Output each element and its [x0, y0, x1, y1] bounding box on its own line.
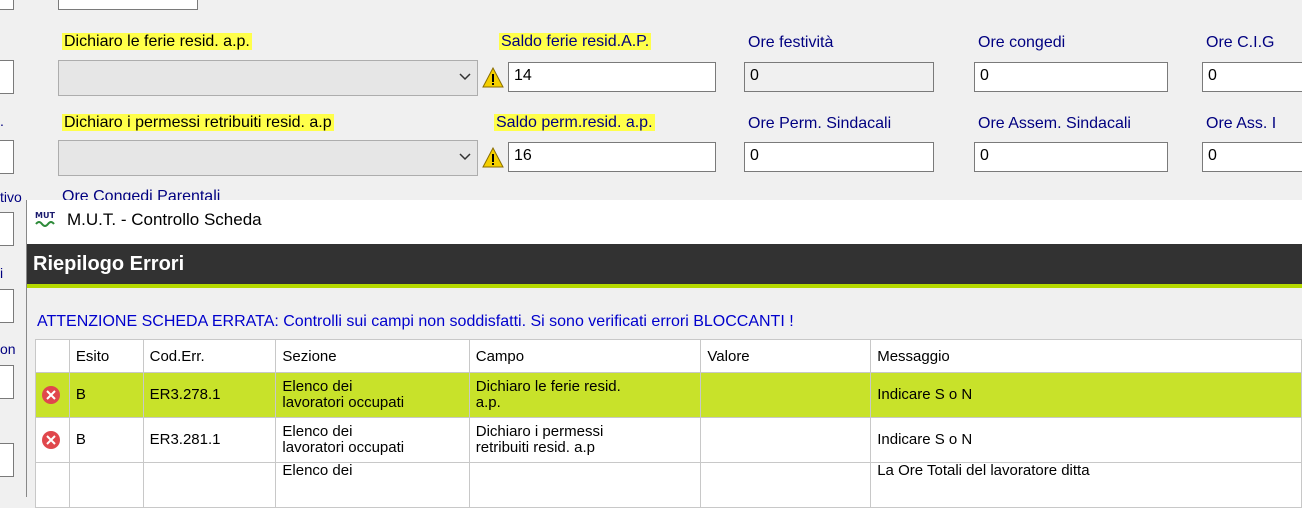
ore-ass-field[interactable]: 0	[1202, 142, 1302, 172]
mut-icon-text: MUT	[35, 211, 55, 220]
error-cell	[35, 372, 70, 418]
messaggio-cell: Indicare S o N	[870, 372, 1302, 418]
column-header-cod-err[interactable]: Cod.Err.	[142, 339, 277, 373]
ore-congedi-field[interactable]: 0	[974, 62, 1168, 92]
ore-perm-sindacali-label: Ore Perm. Sindacali	[748, 115, 892, 132]
saldo-ferie-field[interactable]: 14	[508, 62, 716, 92]
left-field-stub-4[interactable]	[0, 289, 14, 323]
warning-icon	[482, 147, 504, 168]
campo-cell: Dichiaro i permessi retribuiti resid. a.…	[468, 417, 702, 463]
mut-app-icon: MUT	[33, 209, 57, 231]
campo-line-1: Dichiaro le ferie resid.	[475, 378, 621, 395]
esito-cell: B	[68, 417, 144, 463]
dichiaro-ferie-label: Dichiaro le ferie resid. a.p.	[62, 33, 252, 50]
chevron-down-icon	[459, 73, 471, 81]
left-field-stub-1[interactable]	[0, 60, 14, 94]
valore-cell	[700, 462, 872, 508]
table-row[interactable]: B ER3.278.1 Elenco dei lavoratori occupa…	[35, 372, 1302, 418]
ore-cig-label: Ore C.I.G	[1206, 34, 1275, 51]
error-cell	[35, 417, 70, 463]
saldo-perm-field[interactable]: 16	[508, 142, 716, 172]
left-partial-label-3: i	[0, 265, 4, 281]
cod-err-cell: ER3.281.1	[142, 417, 277, 463]
saldo-perm-label: Saldo perm.resid. a.p.	[494, 114, 655, 131]
left-field-stub-2[interactable]	[0, 140, 14, 174]
cod-err-cell: ER3.278.1	[142, 372, 277, 418]
riepilogo-title: Riepilogo Errori	[33, 253, 185, 275]
table-row[interactable]: B ER3.281.1 Elenco dei lavoratori occupa…	[35, 417, 1302, 463]
messaggio-cell: Indicare S o N	[870, 417, 1302, 463]
campo-line-2: retribuiti resid. a.p	[475, 439, 595, 456]
table-header-row: Esito Cod.Err. Sezione Campo Valore Mess…	[35, 339, 1302, 373]
dichiaro-permessi-label: Dichiaro i permessi retribuiti resid. a.…	[62, 114, 334, 131]
ore-ass-label: Ore Ass. I	[1206, 115, 1277, 132]
left-partial-label-4: on	[0, 341, 16, 357]
sezione-cell: Elenco dei lavoratori occupati	[275, 417, 470, 463]
sezione-line-2: lavoratori occupati	[282, 439, 405, 456]
sezione-cell: Elenco dei lavoratori occupati	[275, 372, 470, 418]
ore-assem-sindacali-label: Ore Assem. Sindacali	[978, 115, 1131, 132]
top-field-stub[interactable]	[58, 0, 198, 10]
riepilogo-header: Riepilogo Errori	[27, 244, 1302, 284]
left-field-stub-3[interactable]	[0, 212, 14, 246]
column-header-icon[interactable]	[35, 339, 70, 373]
valore-cell	[700, 372, 872, 418]
campo-line-1: Dichiaro i permessi	[475, 423, 604, 440]
column-header-valore[interactable]: Valore	[700, 339, 872, 373]
ore-festivita-field[interactable]: 0	[744, 62, 934, 92]
column-header-campo[interactable]: Campo	[468, 339, 702, 373]
left-field-stub-5[interactable]	[0, 365, 14, 399]
campo-cell: Dichiaro le ferie resid. a.p.	[468, 372, 702, 418]
error-cell	[35, 462, 70, 508]
sezione-cell: Elenco dei	[275, 462, 470, 508]
left-field-stub-top[interactable]	[0, 0, 14, 10]
table-row-partial[interactable]: Elenco dei La Ore Totali del lavoratore …	[35, 462, 1302, 508]
sezione-line-1: Elenco dei	[282, 378, 353, 395]
dichiaro-ferie-combo[interactable]	[58, 60, 478, 96]
left-partial-label-2: tivo	[0, 189, 22, 205]
error-icon	[42, 431, 60, 449]
dichiaro-permessi-combo[interactable]	[58, 140, 478, 176]
valore-cell	[700, 417, 872, 463]
ore-congedi-label: Ore congedi	[978, 34, 1066, 51]
errors-table: Esito Cod.Err. Sezione Campo Valore Mess…	[35, 339, 1302, 508]
ore-cig-field[interactable]: 0	[1202, 62, 1302, 92]
cod-err-cell	[142, 462, 277, 508]
dialog-titlebar: MUT M.U.T. - Controllo Scheda	[27, 200, 1302, 238]
column-header-esito[interactable]: Esito	[68, 339, 144, 373]
campo-cell	[468, 462, 702, 508]
dialog-title: M.U.T. - Controllo Scheda	[67, 210, 262, 229]
esito-cell	[68, 462, 144, 508]
messaggio-cell: La Ore Totali del lavoratore ditta	[870, 462, 1302, 508]
attention-message: ATTENZIONE SCHEDA ERRATA: Controlli sui …	[37, 313, 794, 330]
saldo-ferie-label: Saldo ferie resid.A.P.	[499, 33, 652, 50]
esito-cell: B	[68, 372, 144, 418]
warning-icon	[482, 67, 504, 88]
error-icon	[42, 386, 60, 404]
column-header-messaggio[interactable]: Messaggio	[870, 339, 1302, 373]
left-partial-label-1: .	[0, 113, 4, 129]
sezione-line-1: Elenco dei	[282, 423, 353, 440]
sezione-line-2: lavoratori occupati	[282, 394, 405, 411]
controllo-scheda-dialog: MUT M.U.T. - Controllo Scheda Riepilogo …	[26, 200, 1302, 508]
ore-assem-sindacali-field[interactable]: 0	[974, 142, 1168, 172]
column-header-sezione[interactable]: Sezione	[275, 339, 470, 373]
left-field-stub-6[interactable]	[0, 443, 14, 477]
campo-line-2: a.p.	[475, 394, 501, 411]
ore-perm-sindacali-field[interactable]: 0	[744, 142, 934, 172]
ore-festivita-label: Ore festività	[748, 34, 834, 51]
chevron-down-icon	[459, 153, 471, 161]
